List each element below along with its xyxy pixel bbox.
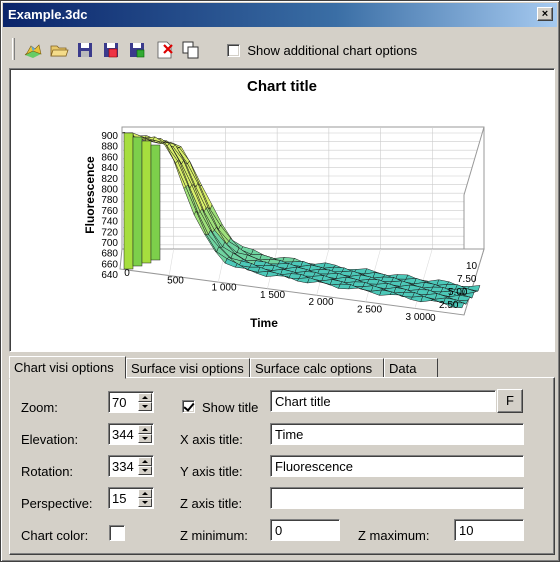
zoom-spinner[interactable]: 70 xyxy=(108,391,154,413)
chart-title-input[interactable]: Chart title xyxy=(270,390,496,412)
toolbar: Show additional chart options xyxy=(9,35,555,65)
font-button[interactable]: F xyxy=(497,389,523,413)
elevation-label: Elevation: xyxy=(21,432,79,447)
front-bar xyxy=(150,144,161,261)
front-bar xyxy=(132,136,143,267)
z-axis-title-label: Z axis title: xyxy=(180,496,243,511)
perspective-spinner[interactable]: 15 xyxy=(108,487,154,509)
zoom-down-arrow[interactable] xyxy=(138,402,152,411)
close-button[interactable]: × xyxy=(537,7,553,21)
x-tick-label: 3 000 xyxy=(405,312,430,323)
y-tick-label: 900 xyxy=(101,131,118,142)
x-tick-label: 2 000 xyxy=(308,297,333,308)
tab-surface-calc-options[interactable]: Surface calc options xyxy=(250,358,384,378)
z-tick-label: 10 xyxy=(466,261,478,272)
y-tick-label: 860 xyxy=(101,152,118,163)
chart-color-label: Chart color: xyxy=(21,528,89,543)
options-tabs: Chart visi options Surface visi options … xyxy=(9,356,555,379)
rotation-value[interactable]: 334 xyxy=(112,459,134,474)
z-tick-label: 0 xyxy=(430,313,436,324)
zoom-value[interactable]: 70 xyxy=(112,395,126,410)
show-title-label: Show title xyxy=(202,400,259,415)
y-tick-label: 880 xyxy=(101,142,118,153)
tab-chart-visi-options[interactable]: Chart visi options xyxy=(9,356,126,379)
save-icon[interactable] xyxy=(75,40,95,60)
z-minimum-label: Z minimum: xyxy=(180,528,248,543)
x-tick-label: 500 xyxy=(167,275,184,286)
elevation-spinner[interactable]: 344 xyxy=(108,423,154,445)
y-tick-label: 840 xyxy=(101,163,118,174)
y-tick-label: 660 xyxy=(101,259,118,270)
show-additional-options-toggle[interactable]: Show additional chart options xyxy=(227,43,417,58)
y-tick-label: 780 xyxy=(101,195,118,206)
chart-color-swatch[interactable] xyxy=(109,525,125,541)
front-bar xyxy=(123,132,134,270)
y-axis-title-input[interactable]: Fluorescence xyxy=(270,455,524,477)
y-tick-label: 760 xyxy=(101,206,118,217)
title-bar[interactable]: Example.3dc × xyxy=(3,3,557,27)
x-axis-title-input[interactable]: Time xyxy=(270,423,524,445)
copy-icon[interactable] xyxy=(181,40,201,60)
show-additional-options-label: Show additional chart options xyxy=(247,43,418,59)
y-tick-label: 800 xyxy=(101,185,118,196)
z-tick-label: 7.50 xyxy=(457,274,477,285)
perspective-label: Perspective: xyxy=(21,496,93,511)
z-tick-label: 2.50 xyxy=(439,300,459,311)
y-tick-label: 640 xyxy=(101,270,118,281)
delete-icon[interactable] xyxy=(155,40,175,60)
z-minimum-input[interactable]: 0 xyxy=(270,519,340,541)
show-title-checkbox[interactable] xyxy=(182,400,195,413)
y-tick-label: 740 xyxy=(101,217,118,228)
surface-chart: Chart title 90088086084082080078076074072… xyxy=(83,78,485,330)
rotation-label: Rotation: xyxy=(21,464,74,479)
y-tick-label: 680 xyxy=(101,249,118,260)
chart-icon[interactable] xyxy=(23,40,43,60)
x-tick-label: 2 500 xyxy=(357,305,382,316)
app-window: Example.3dc × Show additional chart opti… xyxy=(0,0,560,562)
rotation-down-arrow[interactable] xyxy=(138,466,152,475)
export-icon[interactable] xyxy=(127,40,147,60)
zoom-label: Zoom: xyxy=(21,400,58,415)
x-axis-title: Time xyxy=(250,316,278,330)
chart-area[interactable]: Chart title 900 880 860 840 820 800 780 760 740 72… xyxy=(9,68,555,352)
front-bar xyxy=(141,140,152,264)
y-tick-label: 700 xyxy=(101,238,118,249)
z-maximum-input[interactable]: 10 xyxy=(454,519,524,541)
elevation-value[interactable]: 344 xyxy=(112,427,134,442)
x-axis-title-label: X axis title: xyxy=(180,432,243,447)
rotation-up-arrow[interactable] xyxy=(138,457,152,466)
perspective-value[interactable]: 15 xyxy=(112,491,126,506)
show-additional-options-checkbox[interactable] xyxy=(227,44,240,58)
save-image-icon[interactable] xyxy=(101,40,121,60)
toolbar-grip[interactable] xyxy=(12,38,15,60)
x-tick-label: 0 xyxy=(124,268,130,279)
tab-surface-visi-options[interactable]: Surface visi options xyxy=(126,358,250,378)
window-title: Example.3dc xyxy=(8,7,88,22)
z-maximum-label: Z maximum: xyxy=(358,528,430,543)
zoom-up-arrow[interactable] xyxy=(138,393,152,402)
chart-visi-options-panel: Zoom: 70 Elevation: 344 Rotation: 334 Pe… xyxy=(9,377,555,555)
chart-title: Chart title xyxy=(247,78,317,95)
z-axis-title-input[interactable] xyxy=(270,487,524,509)
rotation-spinner[interactable]: 334 xyxy=(108,455,154,477)
y-axis-title: Fluorescence xyxy=(83,156,97,234)
elevation-up-arrow[interactable] xyxy=(138,425,152,434)
x-tick-label: 1 500 xyxy=(260,290,285,301)
y-axis-title-label: Y axis title: xyxy=(180,464,243,479)
tab-data[interactable]: Data xyxy=(384,358,438,378)
elevation-down-arrow[interactable] xyxy=(138,434,152,443)
z-tick-label: 5.00 xyxy=(448,287,468,298)
x-tick-label: 1 000 xyxy=(211,283,236,294)
y-tick-label: 720 xyxy=(101,227,118,238)
perspective-up-arrow[interactable] xyxy=(138,489,152,498)
open-folder-icon[interactable] xyxy=(49,40,69,60)
y-tick-label: 820 xyxy=(101,174,118,185)
perspective-down-arrow[interactable] xyxy=(138,498,152,507)
